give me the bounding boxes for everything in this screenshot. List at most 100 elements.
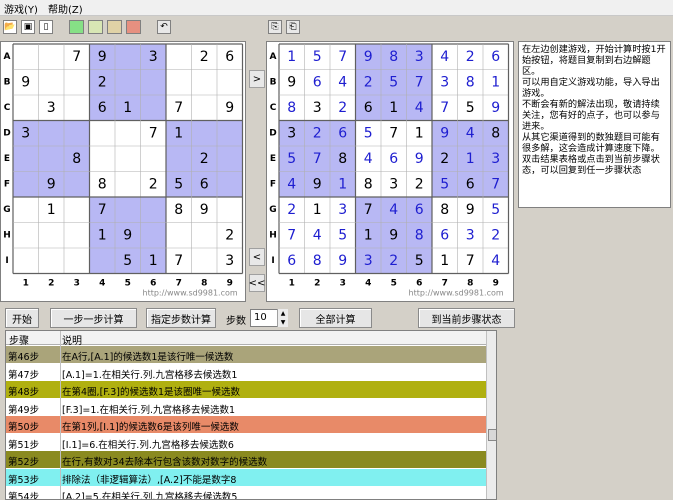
- col-label-5: 5: [125, 279, 131, 289]
- row-label-h: H: [269, 230, 277, 240]
- row-label-i: I: [5, 256, 8, 266]
- menu-bar: 游戏(Y) 帮助(Z): [0, 0, 673, 16]
- row-label-f: F: [270, 179, 276, 189]
- cell-number: 5: [415, 253, 424, 269]
- cell-number: 1: [466, 151, 475, 167]
- start-button[interactable]: 开始: [5, 308, 39, 328]
- cell-number: 2: [287, 202, 296, 218]
- grid-cell: [64, 248, 90, 274]
- copy-left-button[interactable]: <: [249, 248, 265, 266]
- copy-right-button[interactable]: >: [249, 70, 265, 88]
- row-label-c: C: [4, 103, 11, 113]
- grid-cell: [64, 171, 90, 197]
- grid-cell: [217, 171, 243, 197]
- cell-number: 7: [149, 125, 158, 141]
- color-red-button[interactable]: [126, 20, 141, 34]
- row-label-d: D: [269, 128, 276, 138]
- cell-number: 9: [491, 100, 500, 116]
- cell-number: 1: [123, 100, 132, 116]
- cell-number: 4: [466, 125, 475, 141]
- grid-cell: [115, 197, 141, 223]
- cell-number: 2: [389, 253, 398, 269]
- grid-cell: [217, 197, 243, 223]
- col-label-3: 3: [74, 279, 80, 289]
- cell-number: 2: [440, 151, 449, 167]
- cell-number: 4: [491, 253, 500, 269]
- cell-number: 5: [491, 202, 500, 218]
- scroll-thumb[interactable]: [488, 429, 496, 441]
- left-sudoku-grid[interactable]: ABCDEFGHI1 2 3 4 5 6 7 8 97 9 3 2 69 23 6 1 7 93 7 18 29 8 2 5 6…: [1, 42, 246, 302]
- grid-cell: [217, 146, 243, 172]
- steps-table[interactable]: 步骤 说明 第46步 在A行,[A.1]的候选数1是该行唯一候选数 第47步 [A.1…: [5, 330, 497, 500]
- calc-all-button[interactable]: 全部计算: [299, 308, 372, 328]
- new-document-icon[interactable]: ▯: [39, 20, 53, 34]
- step-by-step-button[interactable]: 一步一步计算: [50, 308, 137, 328]
- table-row[interactable]: 第53步 排除法（非逻辑算法）,[A.2]不能是数字8: [6, 468, 486, 486]
- grid-cell: [38, 146, 64, 172]
- grid-cell: [38, 248, 64, 274]
- table-row[interactable]: 第46步 在A行,[A.1]的候选数1是该行唯一候选数: [6, 346, 486, 363]
- cell-number: 7: [466, 253, 475, 269]
- cell-number: 5: [174, 176, 183, 192]
- copy-icon[interactable]: ⎘: [268, 20, 282, 34]
- cell-number: 7: [174, 253, 183, 269]
- table-row[interactable]: 第54步 [A.2]=5.在相关行.列.九宫格移去候选数5: [6, 486, 486, 499]
- to-current-step-button[interactable]: 到当前步骤状态: [418, 308, 515, 328]
- table-row[interactable]: 第51步 [I.1]=6.在相关行.列.九宫格移去候选数6: [6, 433, 486, 451]
- cell-number: 6: [389, 151, 398, 167]
- grid-cell: [115, 44, 141, 70]
- menu-help[interactable]: 帮助(Z): [48, 1, 83, 16]
- grid-cell: [166, 69, 192, 95]
- table-row[interactable]: 第50步 在第1列,[I.1]的候选数6是该列唯一候选数: [6, 416, 486, 433]
- step-cell: 第48步: [8, 387, 40, 398]
- step-cell: 第50步: [8, 422, 40, 433]
- grid-cell: [13, 146, 39, 172]
- table-row[interactable]: 第48步 在第4圈,[F.3]的候选数1是该圈唯一候选数: [6, 381, 486, 398]
- cell-number: 6: [313, 74, 322, 90]
- cell-number: 2: [338, 100, 347, 116]
- right-sudoku-grid[interactable]: ABCDEFGHI1 2 3 4 5 6 7 8 91 5 7 9 8 3 4 2 69 6 4 2 5 7 3 8 18 3 2 6…: [267, 42, 514, 302]
- save-icon[interactable]: ▣: [21, 20, 35, 34]
- table-row[interactable]: 第49步 [F.3]=1.在相关行.列.九宫格移去候选数1: [6, 398, 486, 416]
- desc-cell: [F.3]=1.在相关行.列.九宫格移去候选数1: [62, 404, 236, 416]
- step-cell: 第53步: [8, 474, 40, 486]
- cell-number: 9: [47, 176, 56, 192]
- cell-number: 3: [389, 176, 398, 192]
- right-board-panel: ABCDEFGHI1234567891579834269642573818326…: [266, 41, 514, 302]
- table-row[interactable]: 第52步 在行,有数对34去除本行包含该数对数字的候选数: [6, 451, 486, 468]
- steps-label: 步数: [226, 316, 246, 327]
- grid-cell: [140, 69, 166, 95]
- cell-number: 8: [313, 253, 322, 269]
- col-label-2: 2: [314, 279, 320, 289]
- copy-back-button[interactable]: <<: [249, 274, 265, 292]
- cell-number: 6: [466, 176, 475, 192]
- menu-game[interactable]: 游戏(Y): [4, 1, 38, 16]
- color-green-button[interactable]: [69, 20, 84, 34]
- table-header: 步骤 说明: [6, 331, 486, 347]
- cell-number: 1: [98, 227, 107, 243]
- cell-number: 8: [98, 176, 107, 192]
- open-file-icon[interactable]: 📂: [3, 20, 17, 34]
- cell-number: 6: [491, 49, 500, 65]
- paste-icon[interactable]: ⎗: [286, 20, 300, 34]
- fixed-steps-button[interactable]: 指定步数计算: [146, 308, 216, 328]
- table-scrollbar[interactable]: [486, 331, 496, 499]
- undo-icon[interactable]: ↶: [157, 20, 171, 34]
- cell-number: 5: [466, 100, 475, 116]
- cell-number: 6: [98, 100, 107, 116]
- grid-cell: [13, 248, 39, 274]
- table-row[interactable]: 第47步 [A.1]=1.在相关行.列.九宫格移去候选数1: [6, 363, 486, 381]
- left-board-panel: ABCDEFGHI1234567897932692361793718298256…: [0, 41, 246, 302]
- cell-number: 2: [466, 49, 475, 65]
- cell-number: 2: [149, 176, 158, 192]
- steps-spinner[interactable]: ▲ ▼: [277, 309, 288, 327]
- cell-number: 5: [287, 151, 296, 167]
- color-tan-button[interactable]: [107, 20, 122, 34]
- step-cell: 第46步: [8, 352, 40, 363]
- col-label-6: 6: [150, 279, 156, 289]
- cell-number: 3: [287, 125, 296, 141]
- cell-number: 6: [415, 202, 424, 218]
- cell-number: 6: [287, 253, 296, 269]
- cell-number: 3: [491, 151, 500, 167]
- color-lightgreen-button[interactable]: [88, 20, 103, 34]
